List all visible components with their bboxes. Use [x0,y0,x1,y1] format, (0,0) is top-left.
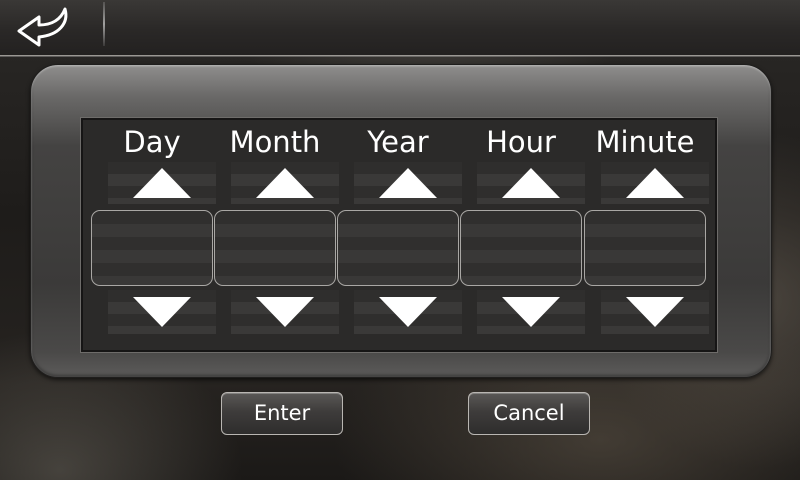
datetime-panel: Day Month Year Hour Minute [30,64,772,378]
back-arrow-icon [17,7,68,47]
month-decrement-button[interactable] [231,292,339,332]
month-value[interactable] [214,210,336,286]
year-increment-button[interactable] [354,163,462,203]
minute-increment-button[interactable] [601,163,709,203]
triangle-down-icon [626,297,684,327]
cancel-button[interactable]: Cancel [468,392,590,435]
day-value[interactable] [91,210,213,286]
hour-increment-button[interactable] [477,163,585,203]
month-increment-button[interactable] [231,163,339,203]
enter-button[interactable]: Enter [221,392,343,435]
day-decrement-button[interactable] [108,292,216,332]
topbar-divider [103,2,105,46]
triangle-up-icon [379,168,437,198]
datetime-picker: Day Month Year Hour Minute [80,117,718,354]
back-button[interactable] [12,4,74,50]
triangle-down-icon [502,297,560,327]
triangle-down-icon [379,297,437,327]
year-value[interactable] [337,210,459,286]
top-bar [0,0,800,56]
day-increment-button[interactable] [108,163,216,203]
triangle-up-icon [133,168,191,198]
triangle-up-icon [626,168,684,198]
minute-field: Minute [584,120,709,354]
minute-value[interactable] [584,210,706,286]
triangle-down-icon [133,297,191,327]
hour-decrement-button[interactable] [477,292,585,332]
triangle-up-icon [502,168,560,198]
minute-decrement-button[interactable] [601,292,709,332]
minute-label: Minute [595,125,695,159]
year-decrement-button[interactable] [354,292,462,332]
hour-value[interactable] [460,210,582,286]
triangle-down-icon [256,297,314,327]
triangle-up-icon [256,168,314,198]
